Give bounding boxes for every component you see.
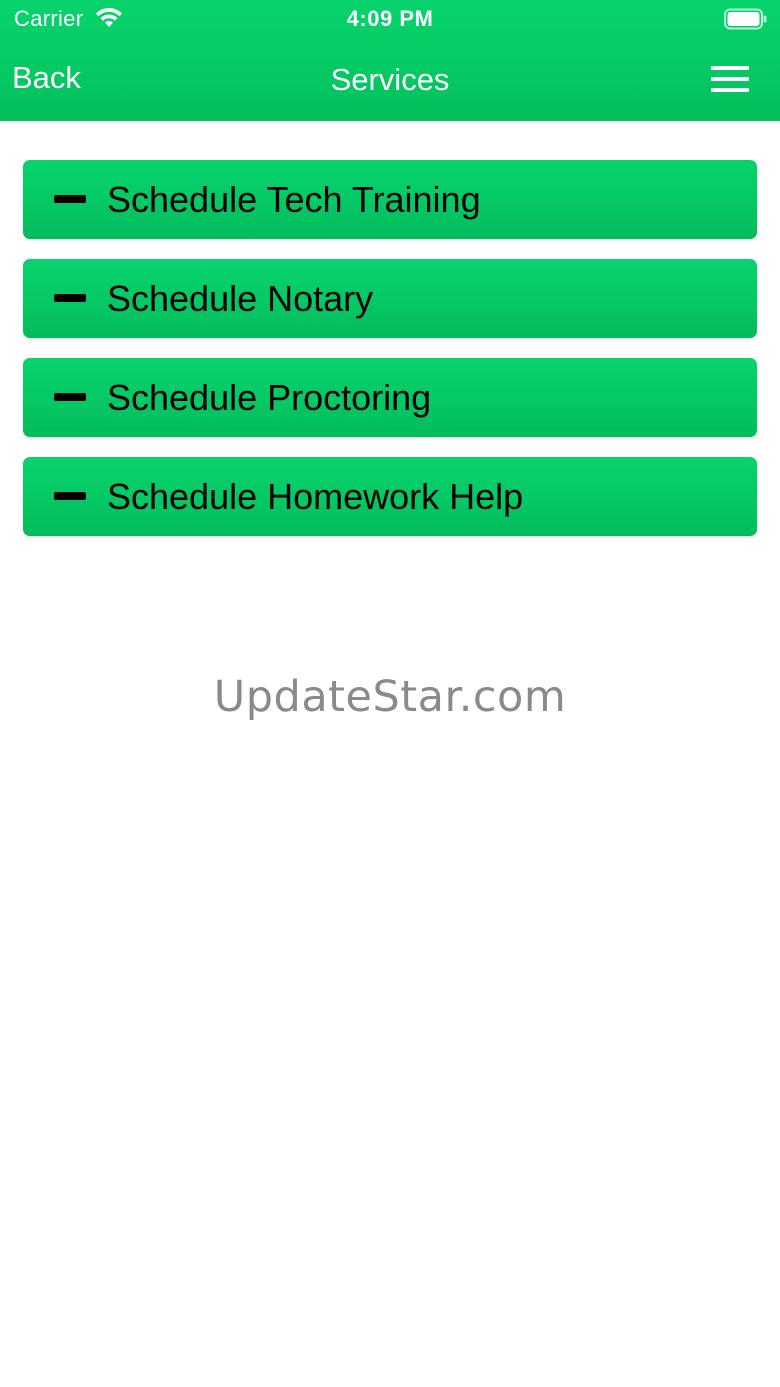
header: Carrier 4:09 PM Back Services bbox=[0, 0, 780, 121]
service-label: Schedule Proctoring bbox=[107, 377, 432, 418]
service-proctoring-button[interactable]: Schedule Proctoring bbox=[23, 358, 757, 437]
service-label: Schedule Homework Help bbox=[107, 476, 524, 517]
status-time: 4:09 PM bbox=[346, 6, 434, 31]
page-title: Services bbox=[330, 62, 450, 97]
watermark-text: UpdateStar.com bbox=[213, 672, 567, 722]
menu-line bbox=[711, 66, 749, 70]
hamburger-menu-icon[interactable] bbox=[708, 64, 754, 98]
minus-icon bbox=[54, 294, 86, 302]
minus-icon bbox=[54, 195, 86, 203]
minus-icon bbox=[54, 492, 86, 500]
service-label: Schedule Tech Training bbox=[107, 179, 481, 220]
services-list: Schedule Tech Training Schedule Notary S… bbox=[23, 160, 757, 556]
minus-icon bbox=[54, 393, 86, 401]
status-bar: Carrier 4:09 PM bbox=[0, 0, 780, 40]
service-label: Schedule Notary bbox=[107, 278, 374, 319]
navigation-bar: Back Services bbox=[0, 40, 780, 121]
service-tech-training-button[interactable]: Schedule Tech Training bbox=[23, 160, 757, 239]
battery-icon bbox=[724, 8, 767, 30]
menu-line bbox=[711, 77, 749, 81]
service-homework-help-button[interactable]: Schedule Homework Help bbox=[23, 457, 757, 536]
service-notary-button[interactable]: Schedule Notary bbox=[23, 259, 757, 338]
menu-line bbox=[711, 88, 749, 92]
